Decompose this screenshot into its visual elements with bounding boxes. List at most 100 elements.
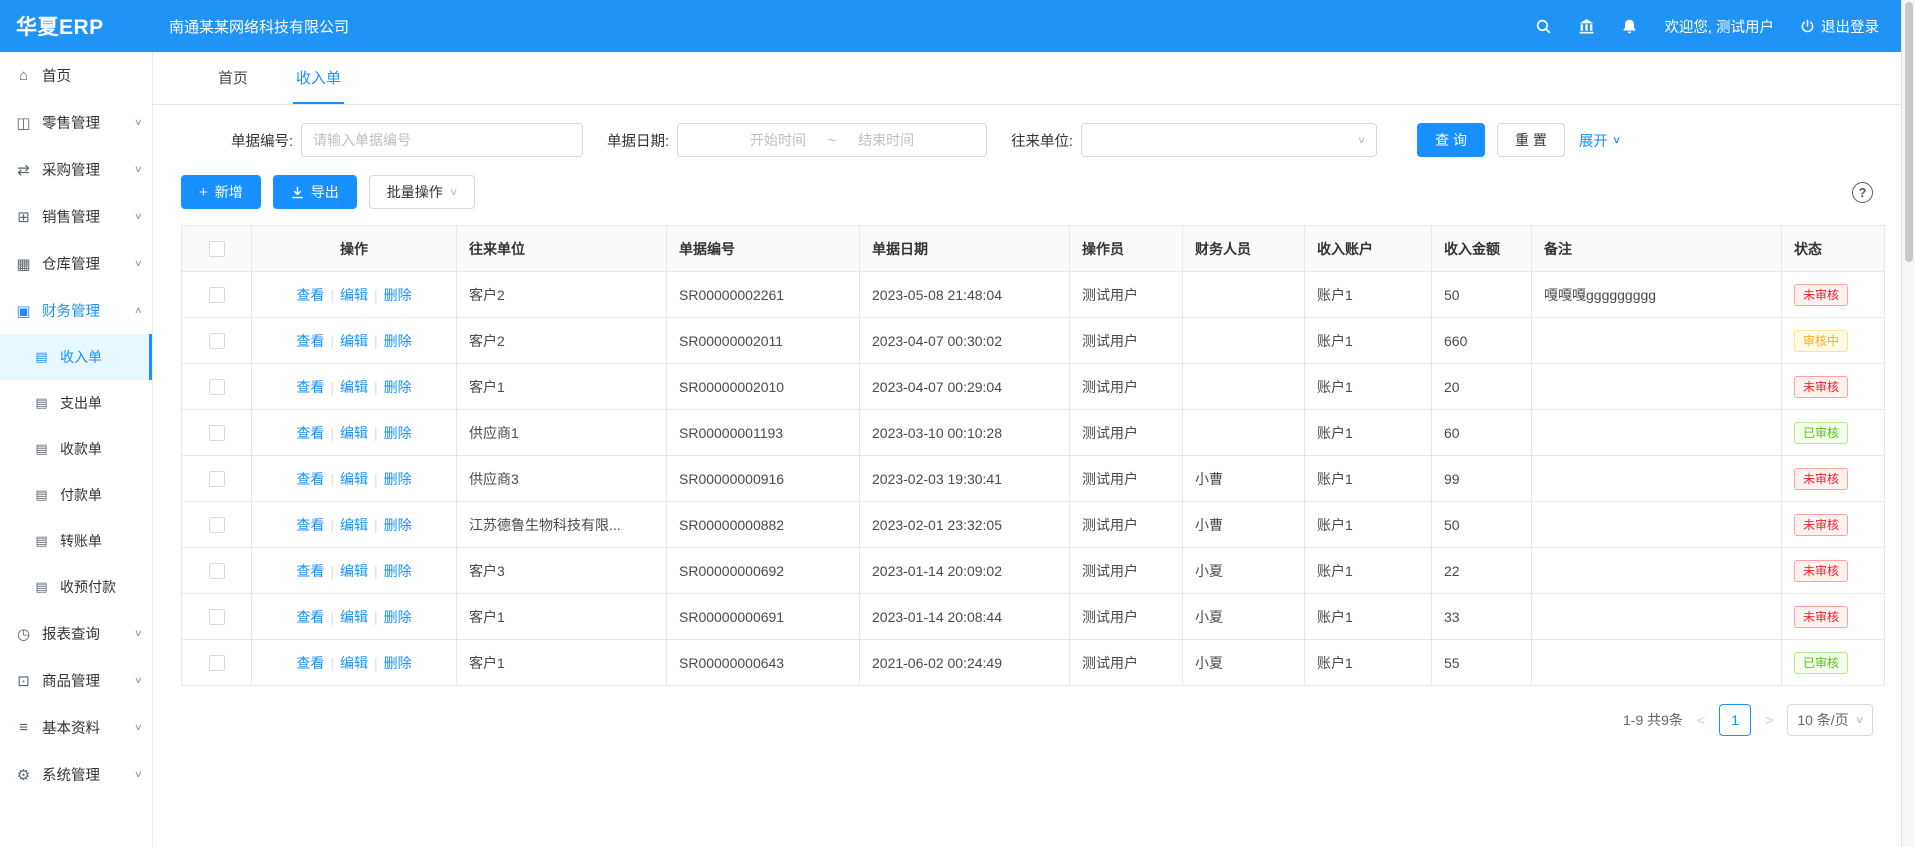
row-actions: 查看|编辑|删除 [252,456,457,502]
sidebar-item-finance[interactable]: ▣财务管理∧ [0,287,152,334]
scrollbar[interactable] [1901,0,1915,847]
col-bill-no: 单据编号 [667,226,860,272]
sidebar-item-warehouse[interactable]: ▦仓库管理∨ [0,240,152,287]
view-link[interactable]: 查看 [296,609,324,625]
edit-link[interactable]: 编辑 [340,379,368,395]
delete-link[interactable]: 删除 [384,333,412,349]
bell-icon[interactable] [1621,18,1638,35]
expand-label: 展开 [1579,130,1608,151]
table-row: 查看|编辑|删除江苏德鲁生物科技有限...SR000000008822023-0… [182,502,1885,548]
view-link[interactable]: 查看 [296,471,324,487]
sidebar-subitem-transfer[interactable]: ▤转账单 [0,518,152,564]
tab-home[interactable]: 首页 [215,52,251,104]
expand-link[interactable]: 展开 ∨ [1579,130,1620,151]
filter-bar: 单据编号: 单据日期: 开始时间 ~ 结束时间 往来单位: ∨ 查 询 重 置 [153,105,1901,157]
select-all-checkbox[interactable] [209,241,225,257]
bank-icon[interactable] [1578,18,1595,35]
status-badge: 未审核 [1794,284,1848,306]
cell-date: 2023-03-10 00:10:28 [860,410,1070,456]
view-link[interactable]: 查看 [296,425,324,441]
batch-button-label: 批量操作 [387,182,443,202]
view-link[interactable]: 查看 [296,333,324,349]
sidebar-subitem-prepaid[interactable]: ▤收预付款 [0,564,152,610]
delete-link[interactable]: 删除 [384,655,412,671]
scrollbar-thumb[interactable] [1905,2,1913,262]
sidebar-item-sales[interactable]: ⊞销售管理∨ [0,193,152,240]
edit-link[interactable]: 编辑 [340,287,368,303]
next-page-button[interactable]: > [1761,712,1777,728]
logout-button[interactable]: 退出登录 [1800,16,1879,37]
sidebar-item-retail[interactable]: ◫零售管理∨ [0,99,152,146]
edit-link[interactable]: 编辑 [340,655,368,671]
row-checkbox[interactable] [209,563,225,579]
edit-link[interactable]: 编辑 [340,563,368,579]
date-label: 单据日期: [607,130,669,151]
row-checkbox[interactable] [209,471,225,487]
row-checkbox[interactable] [209,609,225,625]
logout-label: 退出登录 [1821,16,1879,37]
edit-link[interactable]: 编辑 [340,425,368,441]
sidebar-subitem-income[interactable]: ▤收入单 [0,334,152,380]
page-1-button[interactable]: 1 [1719,704,1751,736]
sidebar-subitem-payment[interactable]: ▤付款单 [0,472,152,518]
edit-link[interactable]: 编辑 [340,333,368,349]
edit-link[interactable]: 编辑 [340,471,368,487]
bill-no-input[interactable] [301,123,583,157]
sidebar-item-report[interactable]: ◷报表查询∨ [0,610,152,657]
sidebar-item-goods[interactable]: ⊡商品管理∨ [0,657,152,704]
cell-unit: 客户1 [457,640,667,686]
delete-link[interactable]: 删除 [384,517,412,533]
export-button[interactable]: 导出 [273,175,357,209]
delete-link[interactable]: 删除 [384,425,412,441]
view-link[interactable]: 查看 [296,517,324,533]
reset-button[interactable]: 重 置 [1497,123,1565,157]
table-row: 查看|编辑|删除供应商1SR000000011932023-03-10 00:1… [182,410,1885,456]
prev-page-button[interactable]: < [1693,712,1709,728]
edit-link[interactable]: 编辑 [340,609,368,625]
sidebar-item-label: 仓库管理 [42,253,100,274]
view-link[interactable]: 查看 [296,287,324,303]
delete-link[interactable]: 删除 [384,563,412,579]
delete-link[interactable]: 删除 [384,609,412,625]
action-separator: | [330,333,334,349]
delete-link[interactable]: 删除 [384,287,412,303]
pagination-total: 1-9 共9条 [1623,710,1683,730]
delete-link[interactable]: 删除 [384,471,412,487]
view-link[interactable]: 查看 [296,563,324,579]
search-button[interactable]: 查 询 [1417,123,1485,157]
row-checkbox[interactable] [209,287,225,303]
cell-finance-staff [1183,318,1305,364]
sidebar-item-home[interactable]: ⌂首页 [0,52,152,99]
delete-link[interactable]: 删除 [384,379,412,395]
sidebar-subitem-label: 转账单 [60,531,102,551]
sidebar-item-purchase[interactable]: ⇄采购管理∨ [0,146,152,193]
row-checkbox[interactable] [209,379,225,395]
cell-unit: 客户3 [457,548,667,594]
batch-button[interactable]: 批量操作 ∨ [369,175,475,209]
help-icon[interactable]: ? [1852,182,1873,203]
welcome-text: 欢迎您, 测试用户 [1664,16,1774,37]
row-checkbox[interactable] [209,425,225,441]
unit-select[interactable]: ∨ [1081,123,1377,157]
cell-account: 账户1 [1305,548,1432,594]
sidebar-item-system[interactable]: ⚙系统管理∨ [0,751,152,798]
cell-account: 账户1 [1305,456,1432,502]
sidebar-subitem-expense[interactable]: ▤支出单 [0,380,152,426]
search-icon[interactable] [1535,18,1552,35]
sidebar-subitem-receipt[interactable]: ▤收款单 [0,426,152,472]
row-actions: 查看|编辑|删除 [252,502,457,548]
view-link[interactable]: 查看 [296,379,324,395]
page-size-select[interactable]: 10 条/页 ∨ [1787,704,1873,736]
sidebar-item-basic[interactable]: ≡基本资料∨ [0,704,152,751]
top-bar: 华夏ERP 南通某某网络科技有限公司 欢迎您, 测试用户 退出登录 [0,0,1901,52]
add-button[interactable]: + 新增 [181,175,261,209]
cell-bill-no: SR00000001193 [667,410,860,456]
view-link[interactable]: 查看 [296,655,324,671]
cell-checkbox [182,410,252,456]
tab-income[interactable]: 收入单 [293,52,344,104]
date-range-picker[interactable]: 开始时间 ~ 结束时间 [677,123,987,157]
row-checkbox[interactable] [209,655,225,671]
row-checkbox[interactable] [209,333,225,349]
row-checkbox[interactable] [209,517,225,533]
edit-link[interactable]: 编辑 [340,517,368,533]
